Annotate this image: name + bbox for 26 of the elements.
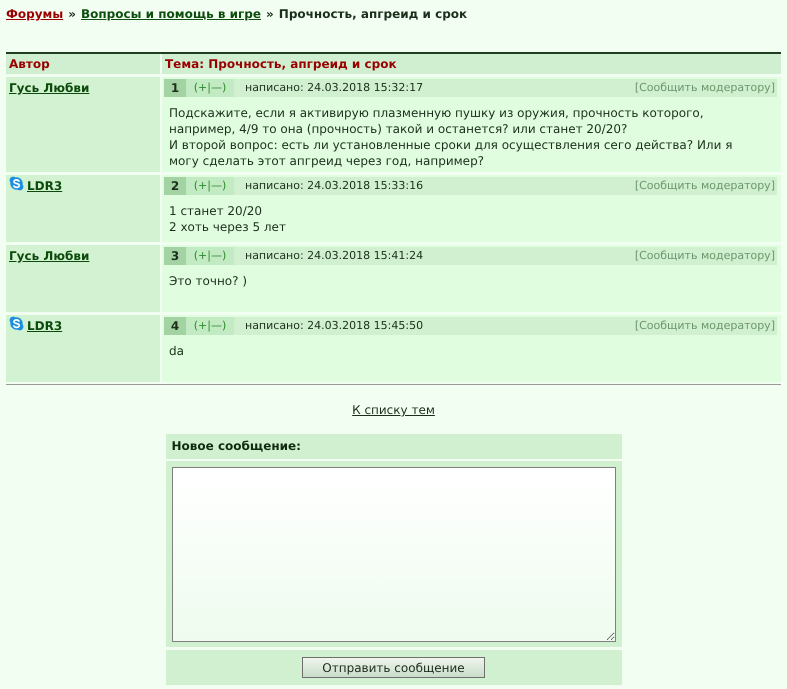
post-number: 1 — [164, 79, 186, 97]
send-button[interactable]: Отправить сообщение — [302, 657, 485, 678]
post-date: написано: 24.03.2018 15:32:17 — [244, 80, 424, 96]
column-header: Тема: Прочность, апгреид и срок — [162, 54, 781, 74]
column-header: Автор — [6, 54, 160, 74]
post-text: 1 станет 20/20 2 хоть через 5 лет — [168, 203, 287, 235]
breadcrumb-link[interactable]: Вопросы и помощь в игре — [80, 7, 262, 21]
post-number: 4 — [164, 317, 186, 335]
post-date: написано: 24.03.2018 15:41:24 — [244, 248, 424, 264]
form-title: Новое сообщение: — [166, 434, 622, 459]
post-text: da — [168, 343, 185, 359]
breadcrumb-current: Прочность, апгреид и срок — [278, 7, 468, 21]
post-text: Подскажите, если я активирую плазменную пушку из оружия, прочность которого, например, 4/9 то она (прочность) такой и останется? или станет 20/20? И второй вопрос: есть ли установленные сроки для осуществления сего действа? Или я могу сделать этот апгреид через год, например? — [168, 105, 734, 169]
post-number: 2 — [164, 177, 186, 195]
author-link[interactable]: LDR3 — [27, 319, 62, 334]
author-link[interactable]: Гусь Любви — [9, 81, 90, 96]
author-link[interactable]: LDR3 — [27, 179, 62, 194]
breadcrumb-separator: » — [68, 7, 76, 21]
breadcrumb-link[interactable]: Форумы — [6, 7, 64, 21]
post-text: Это точно? ) — [168, 273, 248, 289]
back-to-topics-link[interactable]: К списку тем — [352, 403, 435, 417]
post-number: 3 — [164, 247, 186, 265]
author-link[interactable]: Гусь Любви — [9, 249, 90, 264]
post-date: написано: 24.03.2018 15:45:50 — [244, 318, 424, 334]
post-date: написано: 24.03.2018 15:33:16 — [244, 178, 424, 194]
breadcrumb-separator: » — [266, 7, 274, 21]
